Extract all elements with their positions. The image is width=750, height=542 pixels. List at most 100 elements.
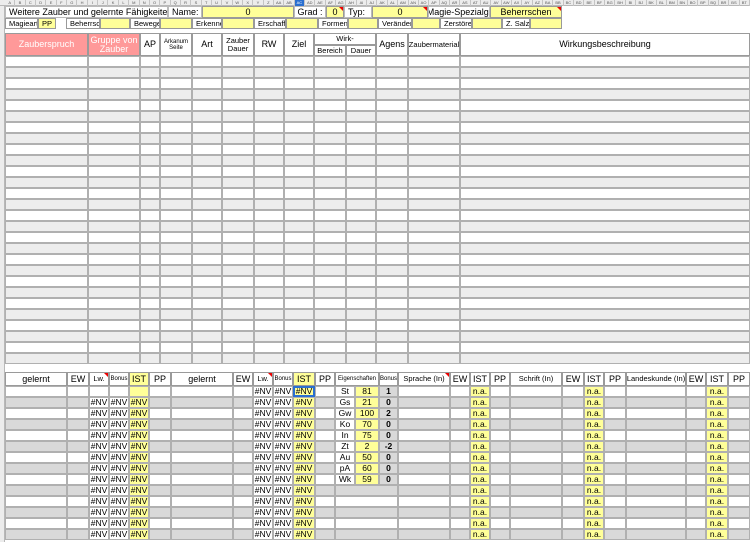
spell-cell[interactable] <box>346 254 376 265</box>
spell-cell[interactable] <box>346 298 376 309</box>
spell-cell[interactable] <box>222 78 254 89</box>
schrift-pp-cell[interactable] <box>604 518 626 529</box>
spell-cell[interactable] <box>460 331 750 342</box>
spell-cell[interactable] <box>254 199 284 210</box>
skill-name-cell[interactable] <box>5 474 67 485</box>
schrift-name-cell[interactable] <box>510 474 562 485</box>
spell-cell[interactable] <box>408 155 460 166</box>
spell-cell[interactable] <box>88 243 140 254</box>
column-header-bo[interactable]: BO <box>688 0 699 6</box>
landeskunde-name-cell[interactable] <box>626 386 686 397</box>
spell-cell[interactable] <box>408 232 460 243</box>
spell-cell[interactable] <box>284 188 314 199</box>
skill-ew-cell[interactable] <box>67 485 89 496</box>
column-header-bs[interactable]: BS <box>729 0 740 6</box>
spell-cell[interactable] <box>254 111 284 122</box>
spell-cell[interactable] <box>160 67 192 78</box>
spell-cell[interactable] <box>160 144 192 155</box>
spell-cell[interactable] <box>254 100 284 111</box>
landeskunde-ew-cell[interactable] <box>686 529 706 540</box>
schrift-name-cell[interactable] <box>510 386 562 397</box>
spell-cell[interactable] <box>376 243 408 254</box>
spell-cell[interactable] <box>140 265 160 276</box>
spell-cell[interactable] <box>140 276 160 287</box>
sprache-ew-cell[interactable] <box>450 408 470 419</box>
spell-cell[interactable] <box>160 155 192 166</box>
spell-cell[interactable] <box>314 353 346 364</box>
column-header-bd[interactable]: BD <box>574 0 585 6</box>
schrift-pp-cell[interactable] <box>604 397 626 408</box>
skill-ew-cell[interactable] <box>67 463 89 474</box>
skill-ew-cell[interactable] <box>233 496 253 507</box>
spell-cell[interactable] <box>222 100 254 111</box>
spell-cell[interactable] <box>346 276 376 287</box>
spell-cell[interactable] <box>408 309 460 320</box>
spell-cell[interactable] <box>88 287 140 298</box>
magieart-field[interactable]: PP <box>38 18 56 29</box>
skill-pp-cell[interactable] <box>149 419 171 430</box>
spell-cell[interactable] <box>140 298 160 309</box>
spell-cell[interactable] <box>284 265 314 276</box>
spell-cell[interactable] <box>140 309 160 320</box>
spell-cell[interactable] <box>254 56 284 67</box>
spell-cell[interactable] <box>140 342 160 353</box>
spell-cell[interactable] <box>88 177 140 188</box>
landeskunde-name-cell[interactable] <box>626 485 686 496</box>
column-header-bp[interactable]: BP <box>698 0 709 6</box>
spell-cell[interactable] <box>160 287 192 298</box>
typ-field[interactable]: 0 <box>372 6 428 18</box>
landeskunde-ew-cell[interactable] <box>686 430 706 441</box>
skill-ew-cell[interactable] <box>233 474 253 485</box>
spell-cell[interactable] <box>160 232 192 243</box>
spell-cell[interactable] <box>5 166 88 177</box>
spell-cell[interactable] <box>88 221 140 232</box>
spell-cell[interactable] <box>192 78 222 89</box>
spell-cell[interactable] <box>88 56 140 67</box>
spell-cell[interactable] <box>408 166 460 177</box>
landeskunde-pp-cell[interactable] <box>728 441 750 452</box>
spell-cell[interactable] <box>254 155 284 166</box>
spell-cell[interactable] <box>460 67 750 78</box>
spell-cell[interactable] <box>346 331 376 342</box>
spell-cell[interactable] <box>376 89 408 100</box>
spell-cell[interactable] <box>408 177 460 188</box>
spell-cell[interactable] <box>314 56 346 67</box>
skill-name-cell[interactable] <box>171 386 233 397</box>
skill-ew-cell[interactable] <box>67 529 89 540</box>
attribute-value[interactable]: 59 <box>355 474 379 485</box>
spell-cell[interactable] <box>254 265 284 276</box>
spell-cell[interactable] <box>376 122 408 133</box>
spell-cell[interactable] <box>88 144 140 155</box>
column-header-bh[interactable]: BH <box>615 0 626 6</box>
spell-cell[interactable] <box>254 353 284 364</box>
spell-cell[interactable] <box>284 287 314 298</box>
spell-cell[interactable] <box>88 298 140 309</box>
skill-ew-cell[interactable] <box>67 386 89 397</box>
spell-cell[interactable] <box>254 210 284 221</box>
spell-cell[interactable] <box>222 89 254 100</box>
spell-cell[interactable] <box>254 67 284 78</box>
spell-cell[interactable] <box>88 232 140 243</box>
spell-cell[interactable] <box>222 298 254 309</box>
skill-name-cell[interactable] <box>5 507 67 518</box>
spell-cell[interactable] <box>222 133 254 144</box>
landeskunde-pp-cell[interactable] <box>728 408 750 419</box>
spell-cell[interactable] <box>192 111 222 122</box>
spell-cell[interactable] <box>408 100 460 111</box>
spell-cell[interactable] <box>5 133 88 144</box>
schrift-name-cell[interactable] <box>510 485 562 496</box>
landeskunde-pp-cell[interactable] <box>728 529 750 540</box>
skill-ew-cell[interactable] <box>67 496 89 507</box>
schrift-ew-cell[interactable] <box>562 397 584 408</box>
spell-cell[interactable] <box>346 133 376 144</box>
spell-cell[interactable] <box>376 353 408 364</box>
spell-cell[interactable] <box>5 144 88 155</box>
spell-cell[interactable] <box>314 243 346 254</box>
spell-cell[interactable] <box>284 155 314 166</box>
spell-cell[interactable] <box>460 342 750 353</box>
sprache-ew-cell[interactable] <box>450 507 470 518</box>
spell-cell[interactable] <box>460 287 750 298</box>
spell-cell[interactable] <box>314 232 346 243</box>
skill-ew-cell[interactable] <box>233 408 253 419</box>
spell-cell[interactable] <box>5 56 88 67</box>
